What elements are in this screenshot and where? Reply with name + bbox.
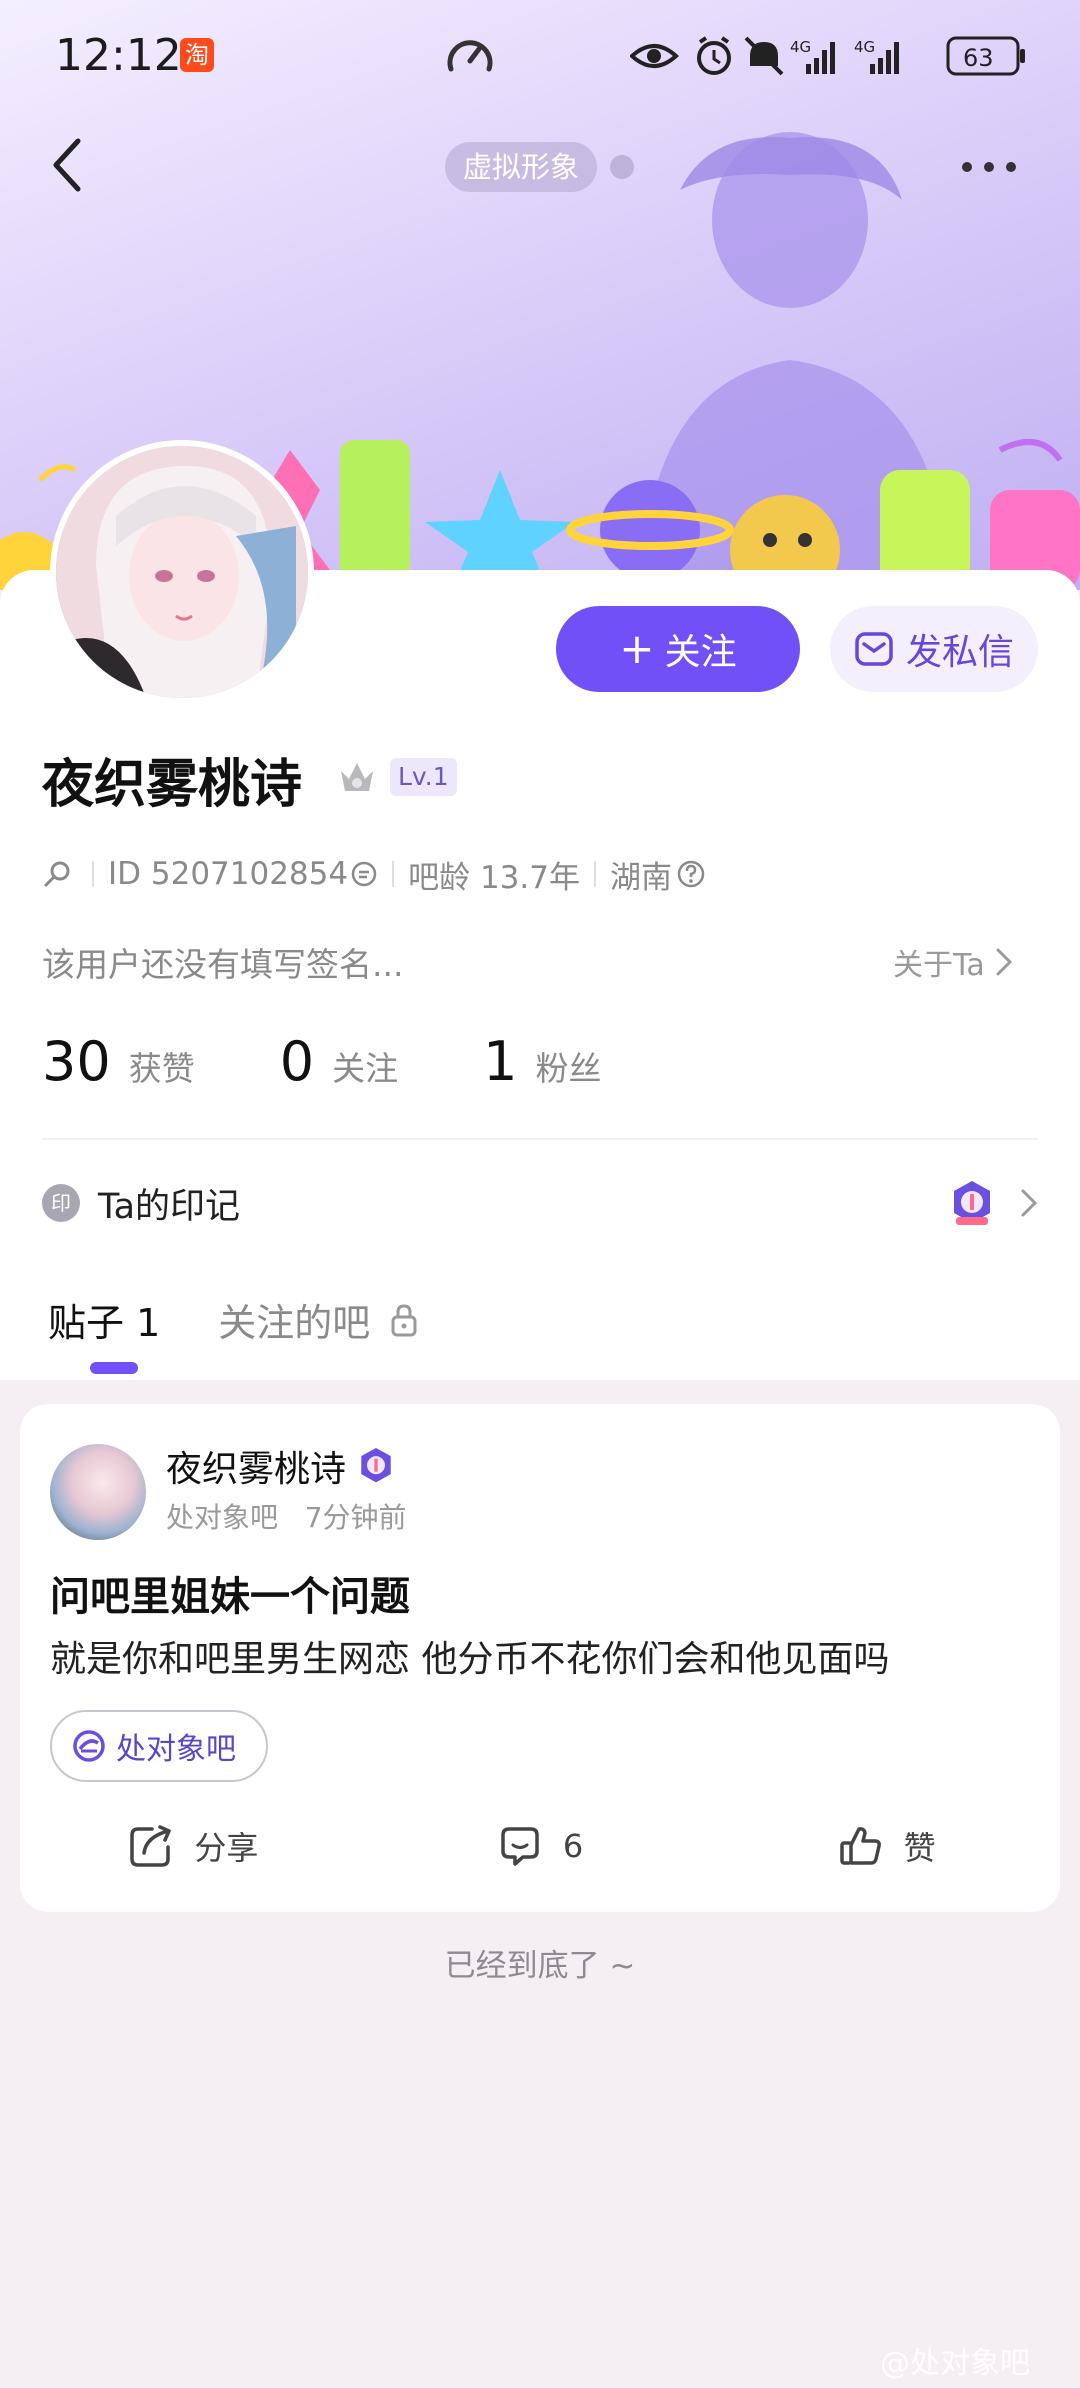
tab-followed-bars[interactable]: 关注的吧 bbox=[218, 1292, 370, 1347]
follow-label: 关注 bbox=[664, 632, 737, 673]
section-divider bbox=[42, 1138, 1038, 1140]
post-body[interactable]: 就是你和吧里男生网恋 他分币不花你们会和他见面吗 bbox=[50, 1630, 889, 1682]
chevron-right-icon bbox=[1021, 1189, 1038, 1217]
post-card[interactable]: 夜织雾桃诗 处对象吧 7分钟前 问吧里姐妹一个问题 就是你和吧里男生网恋 他分币… bbox=[20, 1404, 1060, 1912]
tab-posts[interactable]: 贴子 1 bbox=[48, 1292, 160, 1347]
virtual-avatar-pill[interactable]: 虚拟形象 bbox=[445, 142, 598, 192]
watermark: @处对象吧 bbox=[880, 2346, 1030, 2381]
private-message-button[interactable]: 发私信 bbox=[830, 606, 1038, 692]
post-actions: 分享 6 赞 bbox=[20, 1804, 1060, 1888]
message-icon bbox=[855, 632, 893, 666]
about-link[interactable]: 关于Ta bbox=[893, 940, 1013, 984]
eye-icon bbox=[630, 44, 679, 68]
stat-following[interactable]: 0 关注 bbox=[280, 1030, 398, 1093]
svg-text:4G: 4G bbox=[854, 38, 875, 56]
alarm-icon bbox=[697, 36, 731, 75]
svg-text:4G: 4G bbox=[790, 38, 811, 56]
system-status-icons: 4G 4G 63 bbox=[630, 36, 1025, 76]
about-label: 关于Ta bbox=[893, 948, 985, 983]
share-button[interactable]: 分享 bbox=[20, 1804, 367, 1888]
search-icon bbox=[44, 861, 70, 887]
stat-value: 30 bbox=[42, 1030, 111, 1093]
end-of-list-text: 已经到底了 ~ bbox=[444, 1948, 636, 1984]
like-label: 赞 bbox=[903, 1829, 936, 1867]
user-signature: 该用户还没有填写签名... bbox=[42, 945, 404, 984]
stat-fans[interactable]: 1 粉丝 bbox=[483, 1030, 601, 1093]
post-title[interactable]: 问吧里姐妹一个问题 bbox=[50, 1564, 410, 1622]
stat-value: 1 bbox=[483, 1030, 518, 1093]
status-time: 12:12 bbox=[55, 30, 182, 81]
stat-likes[interactable]: 30 获赞 bbox=[42, 1030, 195, 1093]
help-icon[interactable] bbox=[676, 859, 706, 889]
taobao-notification-icon: 淘 bbox=[180, 38, 214, 72]
share-label: 分享 bbox=[194, 1829, 259, 1867]
username: 夜织雾桃诗 bbox=[42, 755, 303, 815]
profile-stats: 30 获赞 0 关注 1 粉丝 bbox=[42, 1030, 601, 1093]
post-forum: 处对象吧 bbox=[166, 1501, 279, 1534]
comment-button[interactable]: 6 bbox=[367, 1804, 714, 1888]
post-meta: 处对象吧 7分钟前 bbox=[166, 1496, 407, 1536]
post-time: 7分钟前 bbox=[304, 1501, 407, 1534]
stat-label: 获赞 bbox=[128, 1049, 195, 1088]
marks-right bbox=[950, 1179, 1038, 1227]
meta-separator bbox=[92, 861, 94, 887]
bar-age: 吧龄 13.7年 bbox=[408, 859, 580, 896]
mute-bell-icon bbox=[744, 36, 784, 76]
more-options-icon[interactable] bbox=[960, 160, 1018, 174]
meta-separator bbox=[594, 861, 596, 887]
share-icon bbox=[130, 1825, 172, 1867]
user-id: ID 5207102854 bbox=[108, 856, 349, 892]
chevron-right-icon bbox=[996, 948, 1012, 976]
medal-icon bbox=[954, 1181, 990, 1225]
avatar-portrait-icon bbox=[56, 446, 308, 698]
meta-separator bbox=[392, 861, 395, 887]
thumbs-up-icon bbox=[839, 1827, 881, 1865]
profile-tabs: 贴子 1 关注的吧 bbox=[48, 1292, 418, 1347]
forum-tag[interactable]: 处对象吧 bbox=[50, 1710, 268, 1782]
user-avatar[interactable] bbox=[50, 440, 314, 704]
plus-icon: + bbox=[619, 624, 655, 673]
ta-marks-row[interactable]: 印 Ta的印记 bbox=[42, 1175, 1038, 1231]
marks-label: Ta的印记 bbox=[98, 1186, 241, 1227]
svg-text:63: 63 bbox=[963, 44, 994, 72]
follow-button[interactable]: + 关注 bbox=[556, 606, 800, 692]
crown-badge-icon bbox=[341, 763, 373, 791]
forum-icon bbox=[73, 1730, 105, 1762]
comment-count: 6 bbox=[562, 1827, 584, 1865]
stat-label: 关注 bbox=[332, 1049, 399, 1088]
pill-indicator-dot bbox=[610, 155, 634, 179]
level-badge: Lv.1 bbox=[390, 758, 457, 796]
active-tab-indicator bbox=[90, 1362, 138, 1374]
message-label: 发私信 bbox=[905, 632, 1014, 673]
status-bar: 12:12 淘 4G 4G 63 bbox=[0, 0, 1080, 110]
lock-icon bbox=[391, 1303, 417, 1336]
post-author-name[interactable]: 夜织雾桃诗 bbox=[166, 1440, 346, 1492]
stat-label: 粉丝 bbox=[535, 1049, 602, 1088]
back-arrow-icon[interactable] bbox=[48, 135, 88, 195]
post-author-row: 夜织雾桃诗 bbox=[166, 1440, 394, 1492]
like-button[interactable]: 赞 bbox=[713, 1804, 1060, 1888]
comment-icon bbox=[501, 1827, 539, 1866]
forum-tag-label: 处对象吧 bbox=[116, 1732, 236, 1767]
medal-icon bbox=[361, 1448, 391, 1483]
user-location: 湖南 bbox=[610, 859, 672, 896]
profile-meta-row: ID 5207102854 吧龄 13.7年 湖南 bbox=[42, 852, 706, 896]
copy-id-icon[interactable] bbox=[350, 860, 378, 888]
stat-value: 0 bbox=[279, 1030, 315, 1093]
post-author-avatar[interactable] bbox=[50, 1444, 146, 1540]
speedometer-icon bbox=[447, 40, 493, 72]
seal-icon: 印 bbox=[42, 1184, 80, 1222]
